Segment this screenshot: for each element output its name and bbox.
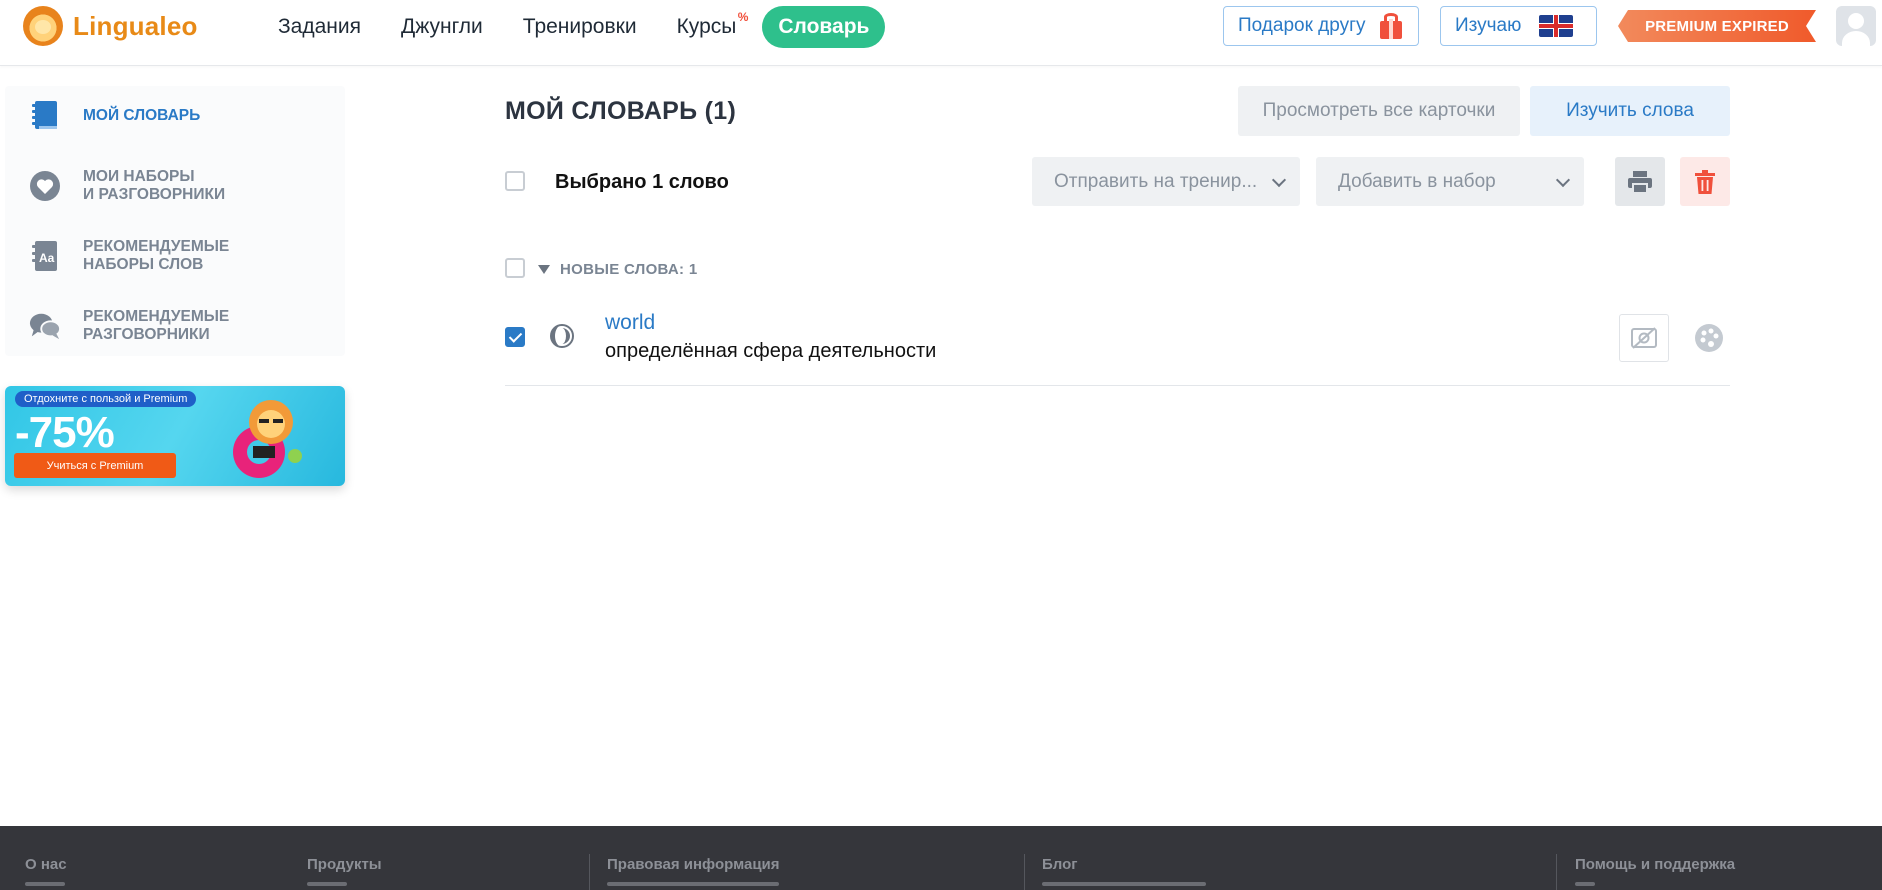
footer-link-products[interactable]: Продукты xyxy=(307,856,382,873)
nav-item-dictionary[interactable]: Словарь xyxy=(762,6,886,48)
footer-sublink xyxy=(607,882,779,886)
sidebar-item-label-2: РАЗГОВОРНИКИ xyxy=(83,326,210,343)
nav-label: Курсы xyxy=(676,15,737,38)
footer-divider xyxy=(1024,854,1025,890)
dictionary-book-icon xyxy=(29,100,61,132)
footer-divider xyxy=(589,854,590,890)
gift-icon xyxy=(1378,13,1404,39)
print-button[interactable] xyxy=(1615,157,1665,206)
footer: О нас Продукты Правовая информация Блог … xyxy=(0,826,1882,890)
view-all-cards-button[interactable]: Просмотреть все карточки xyxy=(1238,86,1520,136)
promo-discount: -75% xyxy=(15,408,115,457)
collapse-triangle-icon[interactable] xyxy=(538,265,550,274)
trash-icon xyxy=(1695,169,1715,194)
no-image-icon xyxy=(1631,327,1657,349)
user-avatar[interactable] xyxy=(1836,6,1876,46)
nav-label: Тренировки xyxy=(522,15,637,38)
svg-text:Aa: Aa xyxy=(39,251,55,265)
gift-friend-label: Подарок другу xyxy=(1238,15,1366,36)
nav-item-courses[interactable]: Курсы% xyxy=(657,6,757,48)
nav-item-tasks[interactable]: Задания xyxy=(258,6,381,48)
footer-link-support[interactable]: Помощь и поддержка xyxy=(1575,856,1735,873)
sidebar-item-my-dictionary[interactable]: МОЙ СЛОВАРЬ xyxy=(29,100,200,132)
page-title: МОЙ СЛОВАРЬ (1) xyxy=(505,97,737,125)
main-nav: Задания Джунгли Тренировки Курсы% Словар… xyxy=(258,6,886,48)
sidebar-item-recommended-phrasebooks[interactable]: РЕКОМЕНДУЕМЫЕ РАЗГОВОРНИКИ xyxy=(29,308,229,344)
promo-tag: Отдохните с пользой и Premium xyxy=(15,391,197,407)
sidebar-item-label-2: И РАЗГОВОРНИКИ xyxy=(83,186,226,203)
footer-sublink xyxy=(307,882,347,886)
sidebar: МОЙ СЛОВАРЬ МОИ НАБОРЫ И РАЗГОВОРНИКИ Aa… xyxy=(5,86,345,356)
heart-icon xyxy=(29,170,61,202)
selected-count: Выбрано 1 слово xyxy=(555,171,729,193)
gift-friend-button[interactable]: Подарок другу xyxy=(1223,6,1419,46)
add-to-set-dropdown[interactable]: Добавить в набор xyxy=(1316,157,1584,206)
send-to-training-dropdown[interactable]: Отправить на тренир... xyxy=(1032,157,1300,206)
nav-item-jungle[interactable]: Джунгли xyxy=(381,6,503,48)
sidebar-item-my-sets[interactable]: МОИ НАБОРЫ И РАЗГОВОРНИКИ xyxy=(29,168,225,204)
printer-icon xyxy=(1628,170,1652,193)
logo[interactable]: Lingualeo xyxy=(23,6,198,46)
sidebar-item-label: РЕКОМЕНДУЕМЫЕ xyxy=(83,308,230,325)
top-header: Lingualeo Задания Джунгли Тренировки Кур… xyxy=(0,0,1882,66)
chat-bubbles-icon xyxy=(29,310,61,342)
delete-button[interactable] xyxy=(1680,157,1730,206)
discount-badge: % xyxy=(737,10,749,24)
word-translation: определённая сфера деятельности xyxy=(605,340,937,362)
footer-sublink xyxy=(1042,882,1206,886)
chevron-down-icon xyxy=(1555,172,1571,188)
learning-progress-icon[interactable] xyxy=(550,324,574,348)
nav-label: Джунгли xyxy=(401,15,483,38)
sidebar-item-recommended-sets[interactable]: Aa РЕКОМЕНДУЕМЫЕ НАБОРЫ СЛОВ xyxy=(29,238,229,274)
group-label: НОВЫЕ СЛОВА: 1 xyxy=(560,261,698,278)
brand-name: Lingualeo xyxy=(73,10,198,41)
no-image-button[interactable] xyxy=(1619,314,1669,362)
sidebar-item-label: РЕКОМЕНДУЕМЫЕ xyxy=(83,238,230,255)
list-item: world определённая сфера деятельности xyxy=(505,308,1730,386)
footer-link-about[interactable]: О нас xyxy=(25,856,67,873)
nav-item-trainings[interactable]: Тренировки xyxy=(503,6,657,48)
uk-flag-icon xyxy=(1539,15,1574,37)
learning-language-label: Изучаю xyxy=(1455,15,1522,36)
footer-divider xyxy=(1556,854,1557,890)
footer-link-legal[interactable]: Правовая информация xyxy=(607,856,780,873)
learn-premium-button[interactable]: Учиться с Premium xyxy=(14,453,176,478)
footer-sublink xyxy=(1575,882,1595,886)
send-to-training-label: Отправить на тренир... xyxy=(1054,170,1258,192)
sidebar-item-label: МОИ НАБОРЫ xyxy=(83,168,195,185)
sidebar-item-label-2: НАБОРЫ СЛОВ xyxy=(83,256,204,273)
study-words-button[interactable]: Изучить слова xyxy=(1530,86,1730,136)
group-checkbox[interactable] xyxy=(505,258,525,278)
add-to-set-label: Добавить в набор xyxy=(1338,170,1496,192)
footer-link-blog[interactable]: Блог xyxy=(1042,856,1078,873)
nav-label: Задания xyxy=(278,15,361,38)
premium-expired-badge[interactable]: PREMIUM EXPIRED xyxy=(1618,10,1816,42)
sidebar-item-label: МОЙ СЛОВАРЬ xyxy=(83,107,201,124)
chevron-down-icon xyxy=(1271,172,1287,188)
word-checkbox[interactable] xyxy=(505,327,525,347)
premium-promo-banner[interactable]: Отдохните с пользой и Premium -75% Учить… xyxy=(5,386,345,486)
lion-logo-icon xyxy=(23,6,63,46)
select-all-checkbox[interactable] xyxy=(505,171,525,191)
nav-label: Словарь xyxy=(778,15,870,38)
footer-sublink xyxy=(25,882,65,886)
word-text[interactable]: world xyxy=(605,311,655,335)
learning-language-button[interactable]: Изучаю xyxy=(1440,6,1597,46)
word-set-icon: Aa xyxy=(29,240,61,272)
palette-icon[interactable] xyxy=(1694,323,1724,353)
lion-mascot-icon xyxy=(233,400,302,478)
